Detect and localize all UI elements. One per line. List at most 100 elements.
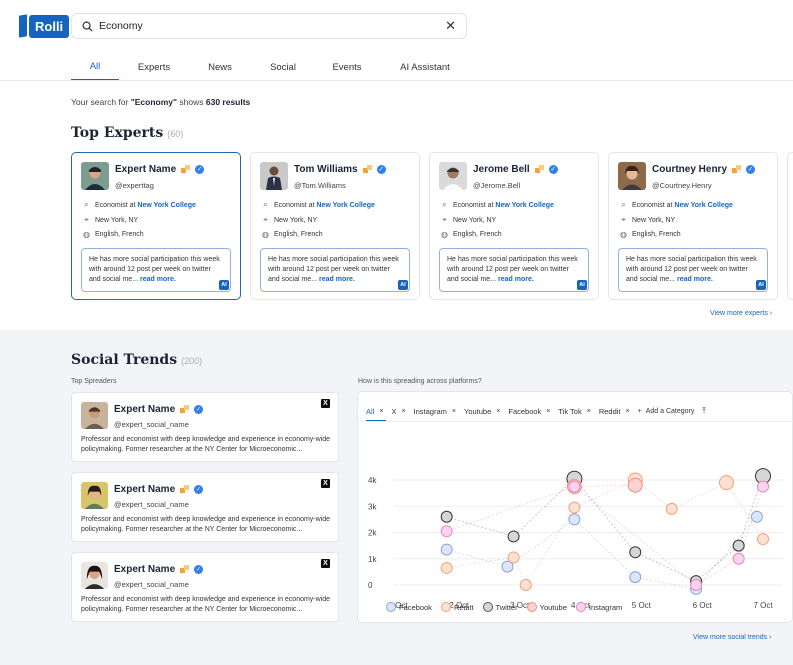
search-icon: ⌕ — [263, 200, 268, 209]
expert-location: ⌖ New York, NY — [619, 215, 675, 225]
data-point-reditt[interactable] — [719, 475, 734, 491]
search-icon — [82, 21, 93, 32]
data-point-instagram[interactable] — [690, 579, 703, 591]
data-point-facebook[interactable] — [568, 513, 581, 526]
location-pin-icon: ⌖ — [84, 215, 89, 224]
chart-tab-x[interactable]: X × — [391, 407, 405, 416]
globe-icon: ◍ — [262, 230, 269, 239]
rank-badge-icon — [180, 484, 190, 494]
close-icon[interactable]: × — [379, 408, 383, 415]
y-tick-label: 3k — [368, 502, 377, 511]
data-point-reditt[interactable] — [665, 502, 678, 515]
close-icon[interactable]: × — [452, 408, 456, 415]
expert-card[interactable]: Tom Williams ✓ @Tom.Williams ⌕ Economist a… — [250, 152, 420, 300]
data-point-reditt[interactable] — [757, 533, 769, 546]
data-point-reditt[interactable] — [440, 561, 453, 574]
data-point-facebook[interactable] — [750, 510, 763, 523]
org-link[interactable]: New York College — [495, 202, 553, 209]
spreader-description: Professor and economist with deep knowle… — [81, 516, 331, 533]
data-point-twitter[interactable] — [732, 539, 745, 552]
close-icon[interactable]: × — [587, 408, 591, 415]
expert-card[interactable]: Courtney Henry ✓ @Courtney.Henry ⌕ Economi… — [608, 152, 778, 300]
platform-scatter-chart: 01k2k3k4k1 Oct2 Oct3 Oct4 Oct5 Oct6 Oct7… — [368, 468, 783, 610]
youtube-dot-icon — [526, 602, 537, 612]
chart-tab-reddit[interactable]: Reddit × — [599, 407, 630, 416]
data-point-reditt[interactable] — [519, 579, 532, 591]
platform-chart-panel: All × X × Instagram × Youtube × Facebook × Ti… — [357, 391, 793, 623]
data-point-facebook[interactable] — [440, 543, 453, 556]
top-spreaders-label: Top Spreaders — [71, 378, 117, 385]
spreader-card[interactable]: Expert Name ✓ @expert_social_name Profess… — [71, 472, 339, 542]
expert-card-partial[interactable] — [787, 152, 793, 300]
expert-location: ⌖ New York, NY — [261, 215, 317, 225]
spreader-handle: @expert_social_name — [114, 580, 189, 589]
data-point-twitter[interactable] — [629, 546, 642, 559]
view-more-experts-link[interactable]: View more experts › — [710, 310, 772, 317]
top-experts-title: Top Experts (60) — [71, 125, 184, 141]
legend-reditt[interactable]: Reditt — [440, 602, 474, 612]
tab-all[interactable]: All — [71, 54, 119, 81]
tab-experts[interactable]: Experts — [119, 54, 189, 81]
view-more-trends-link[interactable]: View more social trends › — [693, 634, 771, 641]
chart-tab-all[interactable]: All × — [366, 407, 383, 416]
rolli-logo[interactable]: Rolli — [19, 14, 70, 38]
globe-icon: ◍ — [83, 230, 90, 239]
spreader-name: Expert Name ✓ — [114, 564, 204, 575]
x-platform-icon: X — [321, 559, 330, 568]
close-icon[interactable]: × — [401, 408, 405, 415]
avatar — [81, 482, 108, 509]
tab-social[interactable]: Social — [251, 54, 315, 81]
twitter-dot-icon — [482, 602, 493, 612]
tab-ai-assistant[interactable]: AI Assistant — [379, 54, 471, 81]
expert-card[interactable]: Expert Name ✓ @experttag ⌕ Economist at Ne… — [71, 152, 241, 300]
avatar — [81, 562, 108, 589]
spreader-card[interactable]: Expert Name ✓ @expert_social_name Profess… — [71, 552, 339, 622]
data-point-twitter[interactable] — [440, 510, 453, 523]
tab-news[interactable]: News — [189, 54, 251, 81]
search-bar[interactable]: Economy ✕ — [71, 13, 467, 39]
data-point-reditt[interactable] — [568, 501, 581, 514]
data-point-twitter[interactable] — [507, 530, 520, 543]
close-icon[interactable]: × — [496, 408, 500, 415]
expert-card[interactable]: Jerome Bell ✓ @Jerome.Bell ⌕ Economist at … — [429, 152, 599, 300]
legend-facebook[interactable]: Facebook — [386, 602, 432, 612]
data-point-instagram[interactable] — [732, 552, 745, 565]
tabs-divider — [0, 80, 793, 81]
read-more-link[interactable]: read more. — [677, 276, 713, 283]
expert-role: ⌕ Economist at New York College — [261, 200, 375, 210]
read-more-link[interactable]: read more. — [498, 276, 534, 283]
close-icon[interactable]: × — [546, 408, 550, 415]
spreader-handle: @expert_social_name — [114, 500, 189, 509]
data-point-instagram[interactable] — [440, 525, 453, 538]
clear-search-icon[interactable]: ✕ — [445, 18, 456, 34]
x-tick-label: 5 Oct — [632, 601, 652, 610]
data-point-facebook[interactable] — [629, 571, 642, 584]
data-point-instagram[interactable] — [568, 480, 581, 493]
legend-youtube[interactable]: Youtube — [526, 602, 567, 612]
chart-tab-tiktok[interactable]: Tik Tok × — [558, 407, 590, 416]
org-link[interactable]: New York College — [674, 202, 732, 209]
legend-instagram[interactable]: Instagram — [575, 602, 622, 612]
tab-events[interactable]: Events — [315, 54, 379, 81]
legend-twitter[interactable]: Twitter — [482, 602, 518, 612]
org-link[interactable]: New York College — [137, 202, 195, 209]
spreader-card[interactable]: Expert Name ✓ @expert_social_name Profess… — [71, 392, 339, 462]
read-more-link[interactable]: read more. — [319, 276, 355, 283]
chart-tab-youtube[interactable]: Youtube × — [464, 407, 500, 416]
social-trends-title: Social Trends (200) — [71, 352, 203, 368]
chart-tab-instagram[interactable]: Instagram × — [414, 407, 456, 416]
export-button[interactable]: ⤒ — [702, 406, 705, 416]
read-more-link[interactable]: read more. — [140, 276, 176, 283]
chart-tab-facebook[interactable]: Facebook × — [508, 407, 550, 416]
x-platform-icon: X — [321, 399, 330, 408]
search-input[interactable]: Economy — [99, 20, 445, 32]
add-category-button[interactable]: + Add a Category — [638, 408, 695, 415]
data-point-reditt[interactable] — [507, 551, 520, 564]
verified-icon: ✓ — [194, 564, 204, 574]
y-tick-label: 2k — [368, 529, 377, 538]
data-point-youtube[interactable] — [627, 477, 643, 493]
org-link[interactable]: New York College — [316, 202, 374, 209]
data-point-instagram[interactable] — [757, 480, 769, 493]
close-icon[interactable]: × — [626, 408, 630, 415]
globe-icon: ◍ — [441, 230, 448, 239]
